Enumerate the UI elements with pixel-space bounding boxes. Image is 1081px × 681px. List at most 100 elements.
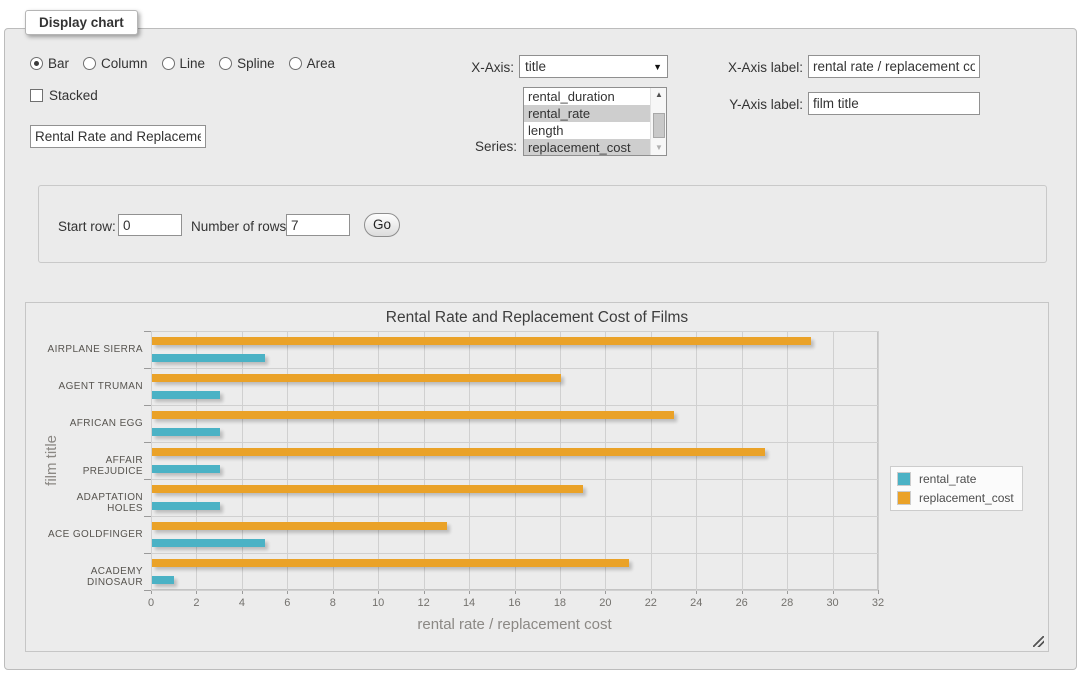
x-axis-selected-value: title [525, 59, 546, 74]
x-axis-label: X-Axis: [420, 60, 514, 75]
series-option-length[interactable]: length [524, 122, 666, 139]
bar-rental_rate [152, 391, 220, 399]
x-tick-label: 12 [418, 597, 430, 609]
category-label: AGENT TRUMAN [46, 381, 143, 392]
x-axis-label-field-label: X-Axis label: [640, 60, 803, 75]
y-tick-mark [144, 516, 151, 517]
stacked-label: Stacked [49, 88, 98, 103]
bar-rental_rate [152, 428, 220, 436]
gridline-x [560, 331, 561, 590]
start-row-label: Start row: [58, 219, 116, 234]
chart-type-option-line[interactable]: Line [162, 56, 206, 71]
y-tick-mark [144, 405, 151, 406]
category-label: AFFAIR PREJUDICE [46, 455, 143, 477]
legend-label: rental_rate [919, 472, 976, 486]
radio-icon[interactable] [162, 57, 175, 70]
gridline-x [242, 331, 243, 590]
panel-title: Display chart [25, 10, 138, 35]
bar-rental_rate [152, 465, 220, 473]
chart-type-option-bar[interactable]: Bar [30, 56, 69, 71]
bar-replacement_cost [152, 485, 583, 493]
x-tick-label: 6 [284, 597, 290, 609]
series-option-replacement_cost[interactable]: replacement_cost [524, 139, 666, 156]
bar-replacement_cost [152, 337, 811, 345]
legend-swatch-icon [897, 472, 911, 486]
series-label: Series: [420, 139, 517, 154]
y-tick-mark [144, 553, 151, 554]
gridline-x [696, 331, 697, 590]
gridline-x [196, 331, 197, 590]
chart-type-radio-group: Bar Column Line Spline Area [30, 56, 335, 71]
start-row-input[interactable] [118, 214, 182, 236]
x-tick-label: 14 [463, 597, 475, 609]
gridline-y [151, 368, 878, 369]
scroll-down-icon[interactable]: ▼ [651, 141, 667, 155]
gridline-x [878, 331, 879, 590]
gridline-y [151, 331, 878, 332]
scrollbar-thumb[interactable] [653, 113, 665, 138]
gridline-x [378, 331, 379, 590]
gridline-y [151, 590, 878, 591]
x-tick-label: 30 [826, 597, 838, 609]
bar-replacement_cost [152, 522, 447, 530]
bar-replacement_cost [152, 559, 629, 567]
bar-rental_rate [152, 502, 220, 510]
bar-replacement_cost [152, 411, 674, 419]
y-tick-mark [144, 479, 151, 480]
gridline-x [469, 331, 470, 590]
radio-icon[interactable] [289, 57, 302, 70]
resize-handle-icon[interactable] [1033, 636, 1044, 647]
category-label: ADAPTATION HOLES [46, 492, 143, 514]
gridline-y [151, 516, 878, 517]
y-tick-mark [144, 331, 151, 332]
x-axis-label-input[interactable] [808, 55, 980, 78]
num-rows-input[interactable] [286, 214, 350, 236]
gridline-x [424, 331, 425, 590]
legend-swatch-icon [897, 491, 911, 505]
chart-type-option-spline[interactable]: Spline [219, 56, 275, 71]
y-axis-label-input[interactable] [808, 92, 980, 115]
x-tick-label: 16 [508, 597, 520, 609]
radio-icon[interactable] [83, 57, 96, 70]
x-tick-label: 4 [239, 597, 245, 609]
x-tick-label: 10 [372, 597, 384, 609]
gridline-x [287, 331, 288, 590]
y-tick-mark [144, 590, 151, 591]
chart-title: Rental Rate and Replacement Cost of Film… [26, 309, 1048, 327]
x-tick-label: 28 [781, 597, 793, 609]
category-label: ACE GOLDFINGER [46, 529, 143, 540]
gridline-y [151, 553, 878, 554]
x-tick-label: 24 [690, 597, 702, 609]
go-button[interactable]: Go [364, 213, 400, 237]
x-tick-label: 0 [148, 597, 154, 609]
x-tick-label: 32 [872, 597, 884, 609]
x-tick-label: 2 [193, 597, 199, 609]
x-tick-mark [878, 590, 879, 594]
legend-row: replacement_cost [897, 491, 1014, 505]
chart-type-option-area[interactable]: Area [289, 56, 336, 71]
legend-label: replacement_cost [919, 491, 1014, 505]
radio-icon[interactable] [30, 57, 43, 70]
bar-rental_rate [152, 539, 265, 547]
chart-type-label: Line [180, 56, 206, 71]
gridline-x [333, 331, 334, 590]
chart-type-label: Bar [48, 56, 69, 71]
stacked-checkbox-row: Stacked [30, 88, 98, 103]
y-tick-mark [144, 442, 151, 443]
stacked-checkbox[interactable] [30, 89, 43, 102]
x-tick-label: 22 [645, 597, 657, 609]
gridline-y [151, 442, 878, 443]
gridline-x [651, 331, 652, 590]
y-tick-mark [144, 368, 151, 369]
bar-replacement_cost [152, 374, 561, 382]
chart-type-label: Spline [237, 56, 275, 71]
gridline-y [151, 479, 878, 480]
chart-title-input[interactable] [30, 125, 206, 148]
gridline-x [833, 331, 834, 590]
gridline-x [515, 331, 516, 590]
chart-container: Rental Rate and Replacement Cost of Film… [25, 302, 1049, 652]
chart-type-option-column[interactable]: Column [83, 56, 148, 71]
chart-x-axis-label: rental rate / replacement cost [151, 616, 878, 633]
gridline-x [151, 331, 152, 590]
radio-icon[interactable] [219, 57, 232, 70]
